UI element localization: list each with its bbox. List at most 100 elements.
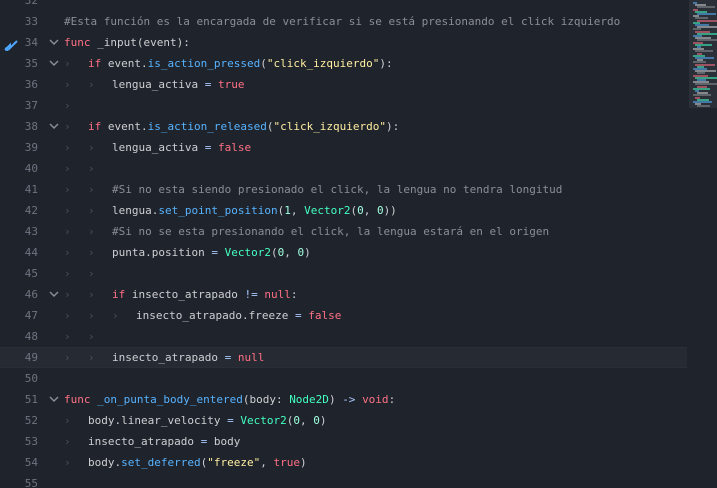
line-number: 50 [24,372,38,385]
code-token: ) [299,456,307,469]
code-text: › › #Si no esta siendo presionado el click… [64,179,562,200]
code-text: › › lengua_activa = false [64,137,251,158]
code-token: func [64,36,91,49]
tab-indent-icon: › [88,309,95,322]
code-line[interactable]: 43 › › #Si no se esta presionando el click,… [0,221,687,242]
code-token: Vector2 [224,246,271,259]
code-line[interactable]: 40 › › [0,158,687,179]
code-token: insecto_atrapado [112,351,225,364]
code-line[interactable]: 50 [0,368,687,389]
minimap[interactable] [687,0,717,488]
code-token: body [207,435,241,448]
code-token: insecto_atrapado [88,435,201,448]
code-line[interactable]: 42 › › lengua.set_point_position(1, Vector2… [0,200,687,221]
code-line[interactable]: 48 › › [0,326,687,347]
code-line[interactable]: 52 › body.linear_velocity = Vector2(0, 0) [0,410,687,431]
method-override-icon[interactable] [4,37,18,51]
line-number: 49 [24,351,38,364]
code-token: ) [328,393,343,406]
code-line[interactable]: 47 › › › insecto_atrapado.freeze = false [0,305,687,326]
line-number: 32 [24,0,38,7]
code-token: event. [101,57,148,70]
code-token: : [388,393,396,406]
code-text: › body.set_deferred("freeze", true) [64,452,307,473]
tab-indent-icon: › [64,351,71,364]
code-text: #Esta función es la encargada de verific… [64,11,620,32]
line-number: 47 [24,309,38,322]
minimap-line [697,13,716,15]
code-editor[interactable]: 32 33 #Esta función es la encargada de ver… [0,0,687,488]
code-line[interactable]: 39 › › lengua_activa = false [0,137,687,158]
code-line[interactable]: 33 #Esta función es la encargada de verif… [0,11,687,32]
code-line[interactable]: 55 [0,473,687,488]
code-line[interactable]: 54 › body.set_deferred("freeze", true) [0,452,687,473]
code-token: , [290,204,305,217]
line-number: 46 [24,288,38,301]
code-token: if [88,57,102,70]
line-number: 41 [24,183,38,196]
code-token: lengua. [112,204,159,217]
minimap-line [697,105,710,108]
line-number: 44 [24,246,38,259]
code-token: ) [319,414,327,427]
tab-indent-icon: › [112,309,119,322]
tab-indent-icon: › [64,78,71,91]
code-text: › › #Si no se esta presionando el click, l… [64,221,549,242]
tab-indent-icon: › [88,267,95,280]
code-token: 0 [357,204,364,217]
code-token: null [264,288,291,301]
code-text: › if event.is_action_released("click_izqu… [64,116,399,137]
code-line[interactable]: 34 func _input(event): [0,32,687,53]
code-line[interactable]: 38 › if event.is_action_released("click_iz… [0,116,687,137]
code-token: = [294,309,302,322]
code-token: func [64,393,91,406]
code-token: )) [383,204,397,217]
code-token: , [363,204,377,217]
tab-indent-icon: › [64,99,71,112]
code-token: #Si no se esta presionando el click, la … [112,225,550,238]
code-token: lengua_activa [112,78,205,91]
code-text: › › [64,158,112,179]
code-token: "freeze" [207,456,261,469]
line-number: 42 [24,204,38,217]
code-line[interactable]: 51 func _on_punta_body_entered(body: Node… [0,389,687,410]
code-line[interactable]: 44 › › punta.position = Vector2(0, 0) [0,242,687,263]
code-token: #Esta función es la encargada de verific… [64,15,621,28]
code-token: , [260,456,274,469]
tab-indent-icon: › [64,225,71,238]
tab-indent-icon: › [64,204,71,217]
code-token: ): [379,57,393,70]
code-token: _input(event): [90,36,190,49]
code-token: insecto_atrapado.freeze [136,309,295,322]
code-token: false [308,309,342,322]
code-line[interactable]: 36 › › lengua_activa = true [0,74,687,95]
code-token: insecto_atrapado [125,288,245,301]
code-text: › if event.is_action_pressed("click_izqui… [64,53,393,74]
tab-indent-icon: › [88,330,95,343]
code-line[interactable]: 37 › [0,95,687,116]
code-line[interactable]: 45 › › [0,263,687,284]
code-text: › insecto_atrapado = body [64,431,240,452]
code-token: (body: [242,393,290,406]
code-line[interactable]: 35 › if event.is_action_pressed("click_izq… [0,53,687,74]
code-line[interactable]: 32 [0,0,687,11]
code-token: 0 [376,204,384,217]
code-token: body. [88,456,122,469]
code-token: , [284,246,298,259]
code-line[interactable]: 46 › › if insecto_atrapado != null: [0,284,687,305]
line-number: 37 [24,99,38,112]
code-line[interactable]: 49 › › insecto_atrapado = null [0,347,687,368]
line-number: 53 [24,435,38,448]
tab-indent-icon: › [64,435,71,448]
tab-indent-icon: › [88,288,95,301]
code-text: › › if insecto_atrapado != null: [64,284,297,305]
line-number: 45 [24,267,38,280]
code-token: lengua_activa [112,141,205,154]
code-token: ( [260,57,267,70]
tab-indent-icon: › [88,183,95,196]
code-line[interactable]: 41 › › #Si no esta siendo presionado el cli… [0,179,687,200]
code-line[interactable]: 53 › insecto_atrapado = body [0,431,687,452]
code-token: _on_punta_body_entered [97,393,243,406]
tab-indent-icon: › [64,141,71,154]
